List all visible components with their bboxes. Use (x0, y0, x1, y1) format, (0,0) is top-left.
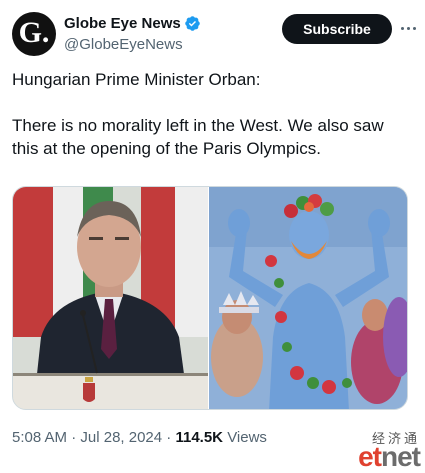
verified-badge-icon[interactable] (184, 15, 201, 32)
meta-separator: · (71, 429, 77, 446)
etnet-watermark-logo: 经济通 etnet (336, 428, 422, 473)
watermark-logo-text: etnet (358, 441, 421, 472)
tweet-text-line1: Hungarian Prime Minister Orban: (12, 70, 261, 89)
photo-right-illustration (209, 187, 407, 409)
author-names: Globe Eye News @GlobeEyeNews (64, 14, 201, 55)
tweet-time[interactable]: 5:08 AM (12, 429, 67, 446)
tweet-date[interactable]: Jul 28, 2024 (80, 429, 162, 446)
display-name-row: Globe Eye News (64, 14, 201, 33)
subscribe-button[interactable]: Subscribe (282, 14, 392, 44)
display-name[interactable]: Globe Eye News (64, 14, 181, 33)
watermark-et: et (358, 441, 382, 472)
tweet-header: G. Globe Eye News @GlobeEyeNews Subscrib… (12, 12, 416, 56)
avatar[interactable]: G. (12, 12, 56, 56)
more-dots-icon[interactable] (398, 18, 418, 38)
tweet-text-line2: There is no morality left in the West. W… (12, 116, 384, 158)
photo-speaker-at-podium[interactable] (13, 187, 208, 409)
tweet-meta: 5:08 AM · Jul 28, 2024 · 114.5K Views (12, 428, 267, 448)
watermark-net: net (381, 441, 421, 472)
media-grid (12, 186, 408, 410)
meta-separator: · (166, 429, 172, 446)
avatar-logo-text: G. (18, 16, 50, 49)
photo-left-illustration (13, 187, 208, 409)
tweet-text: Hungarian Prime Minister Orban: There is… (12, 68, 413, 160)
views-count: 114.5K (175, 429, 224, 446)
photo-olympics-performer[interactable] (209, 187, 407, 409)
views-label: Views (227, 429, 267, 446)
handle[interactable]: @GlobeEyeNews (64, 35, 201, 55)
